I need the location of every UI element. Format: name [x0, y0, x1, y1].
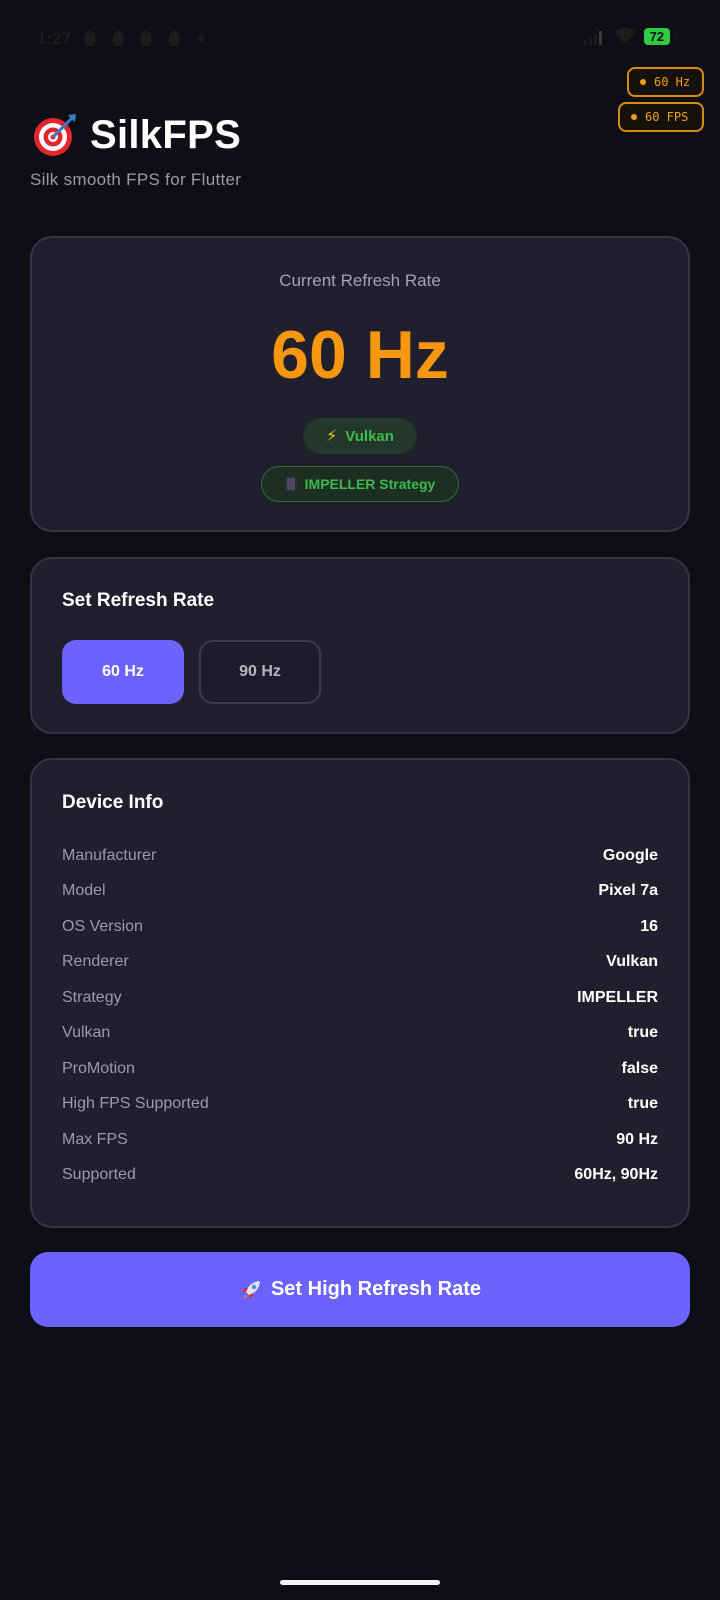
hz-overlay-label: 60 Hz: [654, 75, 691, 89]
info-value: Pixel 7a: [598, 882, 658, 900]
app-subtitle: Silk smooth FPS for Flutter: [30, 170, 242, 189]
app-title-text: SilkFPS: [90, 112, 242, 157]
set-high-refresh-rate-button[interactable]: Set High Refresh Rate: [30, 1252, 690, 1327]
info-row-model: Model Pixel 7a: [62, 874, 658, 910]
info-value: 90 Hz: [616, 1130, 658, 1148]
rate-60hz-button[interactable]: 60 Hz: [62, 640, 184, 704]
notification-icons: [80, 29, 204, 49]
info-row-strategy: Strategy IMPELLER: [62, 980, 658, 1016]
info-value: IMPELLER: [577, 988, 658, 1006]
lightning-bolt-icon: ⚡: [326, 428, 338, 445]
info-value: false: [621, 1059, 658, 1077]
more-notifications-dot-icon: [198, 36, 204, 42]
info-row-promotion: ProMotion false: [62, 1051, 658, 1087]
info-value: 16: [640, 917, 658, 935]
info-key: OS Version: [62, 917, 143, 935]
battery-icon: 72 ⚡: [643, 28, 680, 45]
app-title: SilkFPS: [32, 112, 241, 158]
info-key: Supported: [62, 1166, 136, 1184]
info-value: Google: [602, 846, 658, 864]
device-info-title: Device Info: [62, 792, 164, 813]
device-info-list: Manufacturer Google Model Pixel 7a OS Ve…: [62, 838, 658, 1193]
info-key: Renderer: [62, 953, 129, 971]
fps-overlay: 60 FPS: [618, 102, 704, 132]
set-refresh-rate-title: Set Refresh Rate: [62, 590, 215, 611]
info-value: true: [627, 1095, 658, 1113]
fps-overlay-label: 60 FPS: [645, 110, 689, 124]
snapchat-icon: [83, 31, 97, 46]
renderer-chip: ⚡ Vulkan: [303, 418, 417, 454]
wifi-icon: [613, 28, 636, 44]
info-key: High FPS Supported: [62, 1095, 209, 1113]
current-refresh-rate-card: Current Refresh Rate 60 Hz ⚡ Vulkan IMPE…: [30, 236, 690, 532]
target-icon: [34, 114, 76, 156]
info-row-high-fps-supported: High FPS Supported true: [62, 1087, 658, 1123]
set-refresh-rate-card: Set Refresh Rate 60 Hz 90 Hz: [30, 557, 690, 734]
mobile-phone-icon: [284, 476, 297, 492]
info-key: Model: [62, 882, 106, 900]
info-key: Strategy: [62, 988, 122, 1006]
status-time: 1:27: [37, 29, 72, 48]
info-row-max-fps: Max FPS 90 Hz: [62, 1122, 658, 1158]
strategy-chip-label: IMPELLER Strategy: [304, 476, 436, 492]
info-row-os-version: OS Version 16: [62, 909, 658, 945]
snapchat-icon: [111, 31, 125, 46]
info-value: Vulkan: [606, 953, 658, 971]
info-key: Manufacturer: [62, 846, 157, 864]
app-screen: 1:27 72 ⚡ 60 Hz 60 FPS SilkFPS Silk smoo…: [0, 0, 720, 1600]
fps-overlay-dot-icon: [631, 114, 637, 120]
hz-overlay: 60 Hz: [627, 67, 704, 97]
current-refresh-rate-label: Current Refresh Rate: [279, 271, 441, 290]
battery-level: 72: [643, 28, 670, 45]
snapchat-icon: [167, 31, 181, 46]
info-row-renderer: Renderer Vulkan: [62, 945, 658, 981]
home-indicator[interactable]: [280, 1580, 440, 1585]
status-right: 72 ⚡: [583, 28, 680, 45]
renderer-chip-label: Vulkan: [345, 427, 394, 445]
info-value: 60Hz, 90Hz: [574, 1166, 658, 1184]
strategy-chip: IMPELLER Strategy: [261, 466, 459, 502]
set-high-refresh-rate-label: Set High Refresh Rate: [270, 1278, 482, 1300]
info-key: Max FPS: [62, 1130, 128, 1148]
info-value: true: [627, 1024, 658, 1042]
info-row-manufacturer: Manufacturer Google: [62, 838, 658, 874]
snapchat-icon: [139, 31, 153, 46]
info-row-supported: Supported 60Hz, 90Hz: [62, 1158, 658, 1194]
status-bar: 1:27 72 ⚡: [0, 0, 720, 80]
info-row-vulkan: Vulkan true: [62, 1016, 658, 1052]
signal-icon: [583, 30, 602, 45]
rocket-icon: [241, 1280, 260, 1299]
rate-90hz-button[interactable]: 90 Hz: [199, 640, 321, 704]
info-key: ProMotion: [62, 1059, 135, 1077]
device-info-card: Device Info Manufacturer Google Model Pi…: [30, 758, 690, 1228]
current-refresh-rate-value: 60 Hz: [271, 317, 449, 393]
info-key: Vulkan: [62, 1024, 111, 1042]
charging-bolt-icon: ⚡: [670, 28, 680, 44]
hz-overlay-dot-icon: [640, 79, 646, 85]
